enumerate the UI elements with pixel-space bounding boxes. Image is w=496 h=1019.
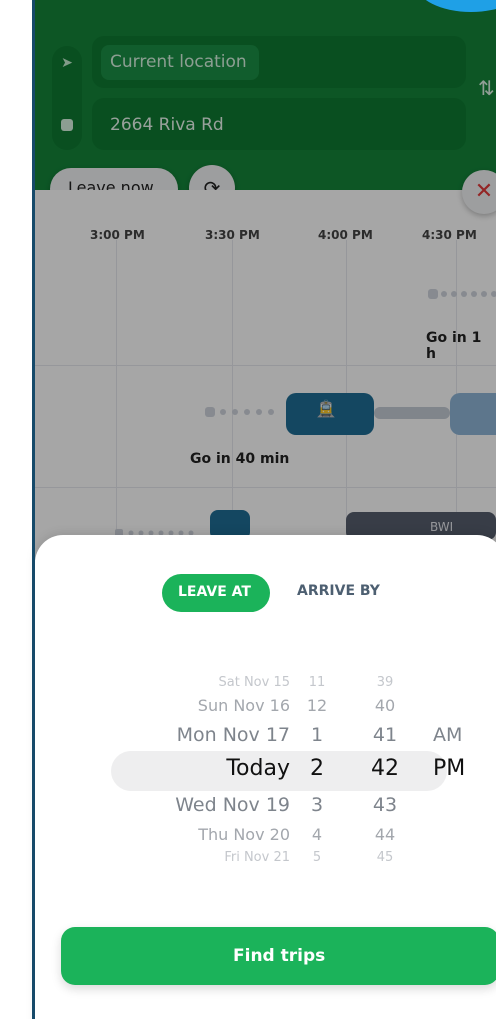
picker-minute: 45 — [376, 850, 394, 865]
find-trips-button[interactable]: Find trips — [61, 927, 496, 985]
picker-minute: 41 — [372, 724, 398, 746]
picker-date: Thu Nov 20 — [198, 825, 290, 844]
picker-date: Mon Nov 17 — [176, 724, 290, 746]
tab-arrive-by[interactable]: ARRIVE BY — [297, 583, 380, 599]
picker-date: Fri Nov 21 — [224, 850, 290, 865]
picker-ampm: AM — [433, 724, 463, 746]
picker-row-selected[interactable]: Today 2 42 PM — [35, 756, 496, 786]
picker-date: Sat Nov 15 — [218, 675, 291, 690]
picker-minute: 40 — [374, 696, 396, 715]
picker-minute: 43 — [372, 794, 398, 816]
picker-hour: 4 — [311, 825, 323, 844]
modal-backdrop[interactable] — [35, 0, 496, 560]
picker-row[interactable]: Wed Nov 19 3 43 — [35, 794, 496, 824]
picker-row[interactable]: Sun Nov 16 12 40 — [35, 696, 496, 726]
picker-date: Wed Nov 19 — [175, 794, 290, 816]
picker-ampm: PM — [433, 756, 466, 781]
picker-minute: 44 — [374, 825, 396, 844]
tab-leave-at-label: LEAVE AT — [178, 584, 251, 600]
picker-hour: 5 — [312, 850, 322, 865]
picker-hour: 1 — [310, 724, 324, 746]
app-frame: ➤ Current location 2664 Riva Rd ⇅ Leave … — [0, 0, 496, 1019]
picker-date: Today — [226, 756, 290, 781]
left-margin — [0, 0, 32, 1019]
picker-minute: 42 — [371, 756, 399, 781]
picker-date: Sun Nov 16 — [197, 696, 290, 715]
picker-hour: 11 — [308, 675, 326, 690]
find-trips-label: Find trips — [233, 946, 326, 966]
picker-hour: 12 — [306, 696, 328, 715]
picker-hour: 3 — [310, 794, 324, 816]
picker-row[interactable]: Fri Nov 21 5 45 — [35, 850, 496, 880]
frame-border — [32, 0, 35, 1019]
picker-row[interactable]: Mon Nov 17 1 41 AM — [35, 724, 496, 754]
picker-hour: 2 — [310, 756, 324, 781]
picker-minute: 39 — [376, 675, 394, 690]
tab-leave-at[interactable]: LEAVE AT — [162, 574, 270, 612]
